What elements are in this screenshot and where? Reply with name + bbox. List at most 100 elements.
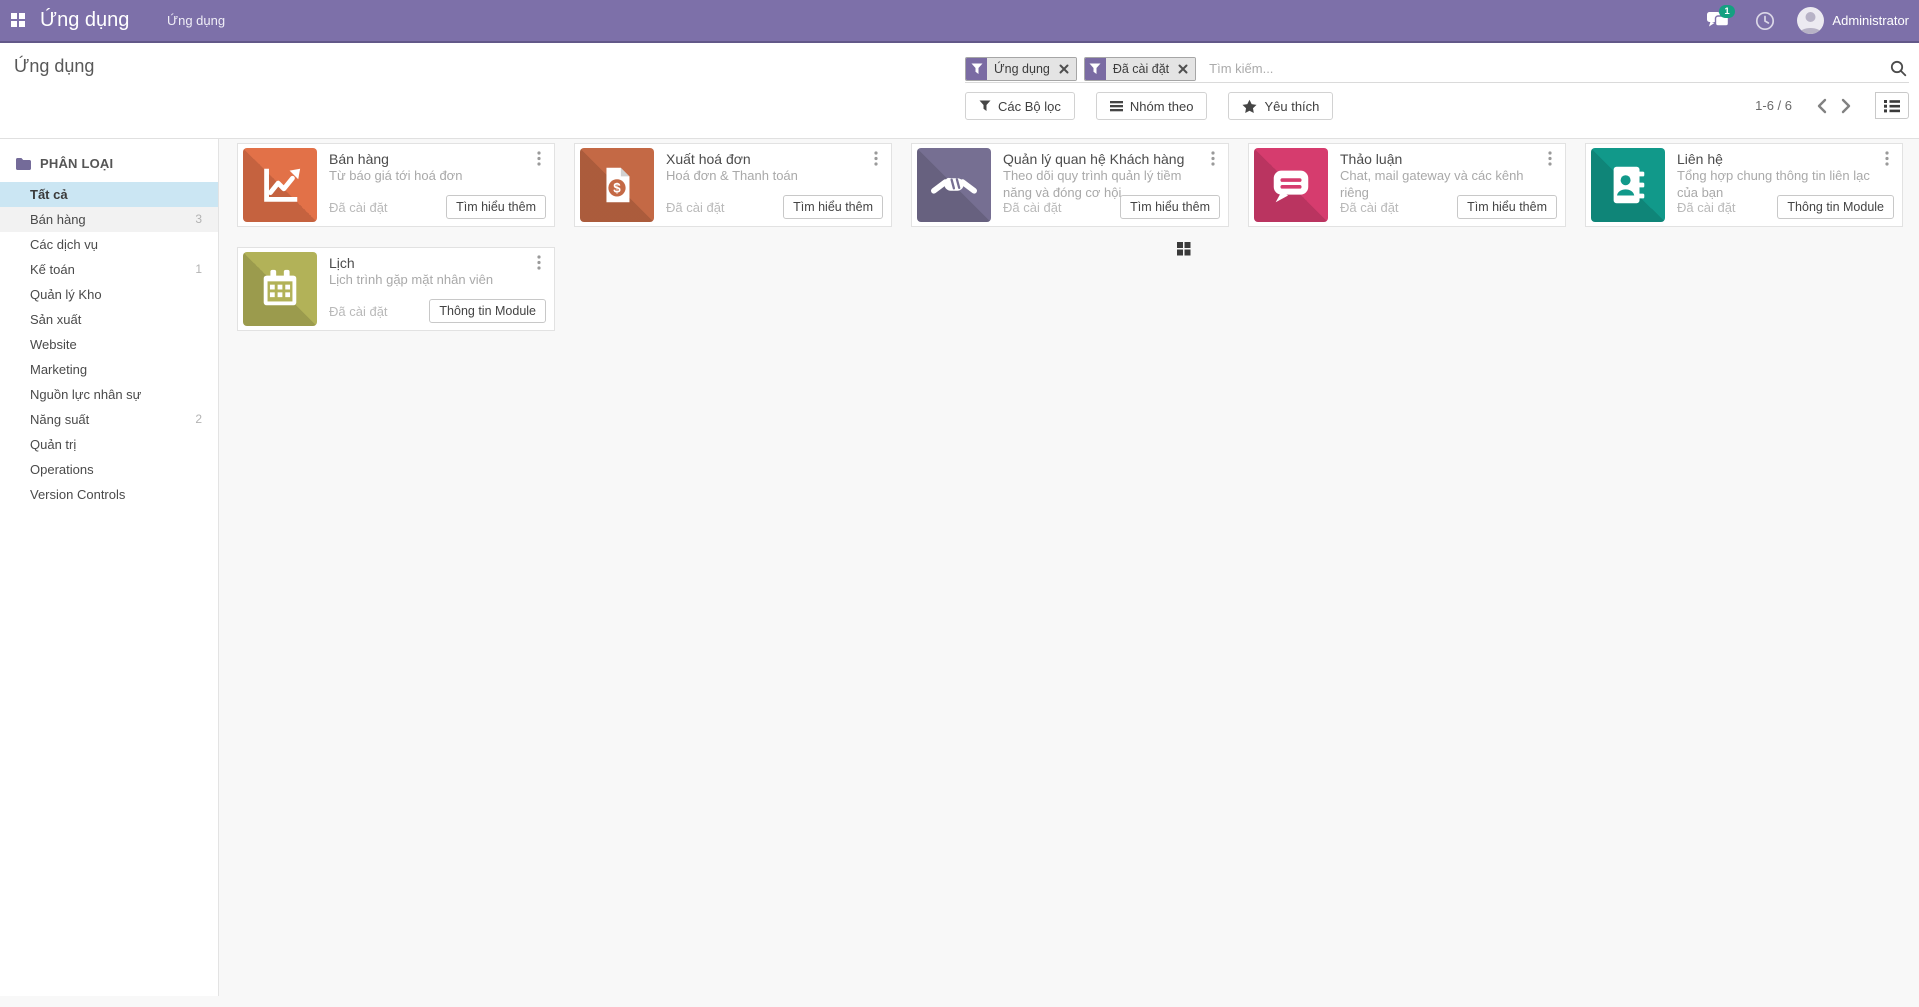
app-status: Đã cài đặt xyxy=(1677,200,1736,215)
sidebar-item-marketing[interactable]: Marketing xyxy=(0,357,218,382)
top-navbar: Ứng dụng Ứng dụng 1 Administrator xyxy=(0,0,1919,43)
sales-chart-icon xyxy=(243,148,317,222)
group-by-bars-icon xyxy=(1110,100,1123,112)
kebab-menu-icon[interactable] xyxy=(533,150,545,166)
pager: 1-6 / 6 xyxy=(1755,92,1909,119)
app-title[interactable]: Thảo luận xyxy=(1340,151,1539,167)
facet-label: Đã cài đặt xyxy=(1106,58,1176,80)
apps-kanban: Bán hàng Từ báo giá tới hoá đơn Đã cài đ… xyxy=(237,143,1903,331)
app-status: Đã cài đặt xyxy=(329,200,388,215)
sidebar-header: PHÂN LOẠI xyxy=(0,139,218,182)
pager-range: 1-6 / 6 xyxy=(1755,98,1792,113)
sidebar-header-label: PHÂN LOẠI xyxy=(40,156,113,171)
nav-menu-apps[interactable]: Ứng dụng xyxy=(167,0,225,41)
sidebar-item-manufacturing[interactable]: Sản xuất xyxy=(0,307,218,332)
app-card-sales: Bán hàng Từ báo giá tới hoá đơn Đã cài đ… xyxy=(237,143,555,227)
list-view-icon[interactable] xyxy=(1875,92,1909,119)
learn-more-button[interactable]: Tìm hiểu thêm xyxy=(783,195,883,219)
module-info-button[interactable]: Thông tin Module xyxy=(1777,195,1894,219)
app-card-crm: Quản lý quan hệ Khách hàng Theo dõi quy … xyxy=(911,143,1229,227)
sidebar-item-label: Các dịch vụ xyxy=(30,237,98,252)
sidebar-item-label: Kế toán xyxy=(30,262,75,277)
sidebar-item-operations[interactable]: Operations xyxy=(0,457,218,482)
app-status: Đã cài đặt xyxy=(1003,200,1062,215)
app-subtitle: Hoá đơn & Thanh toán xyxy=(666,168,865,185)
module-info-button[interactable]: Thông tin Module xyxy=(429,299,546,323)
app-title[interactable]: Lịch xyxy=(329,255,528,271)
sidebar-item-label: Version Controls xyxy=(30,487,125,502)
chat-bubble-icon xyxy=(1254,148,1328,222)
message-count-badge: 1 xyxy=(1719,5,1734,18)
favorites-button-label: Yêu thích xyxy=(1264,99,1319,114)
search-bar: Ứng dụng Đã cài đặt xyxy=(965,55,1909,83)
sidebar-item-label: Quản lý Kho xyxy=(30,287,102,302)
svg-text:$: $ xyxy=(613,181,621,196)
sidebar-item-label: Website xyxy=(30,337,77,352)
sidebar-item-administration[interactable]: Quản trị xyxy=(0,432,218,457)
sidebar-item-label: Tất cả xyxy=(30,187,68,202)
sidebar-item-sales[interactable]: Bán hàng3 xyxy=(0,207,218,232)
app-status: Đã cài đặt xyxy=(666,200,725,215)
messages-icon[interactable]: 1 xyxy=(1707,11,1731,31)
learn-more-button[interactable]: Tìm hiểu thêm xyxy=(1457,195,1557,219)
sidebar-item-all[interactable]: Tất cả xyxy=(0,182,218,207)
sidebar-item-label: Năng suất xyxy=(30,412,89,427)
view-switcher xyxy=(1876,92,1909,119)
filter-funnel-icon xyxy=(1085,58,1106,80)
sidebar-item-services[interactable]: Các dịch vụ xyxy=(0,232,218,257)
app-card-invoicing: $ Xuất hoá đơn Hoá đơn & Thanh toán Đã c… xyxy=(574,143,892,227)
learn-more-button[interactable]: Tìm hiểu thêm xyxy=(1120,195,1220,219)
app-subtitle: Từ báo giá tới hoá đơn xyxy=(329,168,528,185)
group-by-button-label: Nhóm theo xyxy=(1130,99,1194,114)
sidebar-item-productivity[interactable]: Năng suất 2 xyxy=(0,407,218,432)
filters-button[interactable]: Các Bộ lọc xyxy=(965,92,1075,120)
pager-next-icon[interactable] xyxy=(1834,93,1858,119)
activity-clock-icon[interactable] xyxy=(1755,11,1775,31)
facet-label: Ứng dụng xyxy=(987,58,1057,80)
app-card-calendar: Lịch Lịch trình gặp mặt nhân viên Đã cài… xyxy=(237,247,555,331)
search-facet: Ứng dụng xyxy=(965,57,1077,81)
kebab-menu-icon[interactable] xyxy=(870,150,882,166)
filters-button-label: Các Bộ lọc xyxy=(998,99,1061,114)
facet-remove-icon[interactable] xyxy=(1057,58,1076,80)
learn-more-button[interactable]: Tìm hiểu thêm xyxy=(446,195,546,219)
pager-previous-icon[interactable] xyxy=(1810,93,1834,119)
app-title[interactable]: Quản lý quan hệ Khách hàng xyxy=(1003,151,1202,167)
control-panel: Ứng dụng Ứng dụng Đã cài đặt xyxy=(0,43,1919,139)
sidebar-item-hr[interactable]: Nguồn lực nhân sự xyxy=(0,382,218,407)
kebab-menu-icon[interactable] xyxy=(1544,150,1556,166)
user-name[interactable]: Administrator xyxy=(1832,13,1909,28)
contact-book-icon xyxy=(1591,148,1665,222)
sidebar-item-label: Nguồn lực nhân sự xyxy=(30,387,141,402)
invoice-document-icon: $ xyxy=(580,148,654,222)
apps-grid-icon[interactable] xyxy=(11,13,26,28)
kebab-menu-icon[interactable] xyxy=(1207,150,1219,166)
app-title[interactable]: Liên hệ xyxy=(1677,151,1876,167)
sidebar-item-inventory[interactable]: Quản lý Kho xyxy=(0,282,218,307)
sidebar-item-website[interactable]: Website xyxy=(0,332,218,357)
sidebar-item-count: 3 xyxy=(195,207,202,232)
sidebar-item-label: Sản xuất xyxy=(30,312,81,327)
app-page: Ứng dụng Ứng dụng 1 Administrator Ứng dụ… xyxy=(0,0,1919,1007)
app-card-discuss: Thảo luận Chat, mail gateway và các kênh… xyxy=(1248,143,1566,227)
favorites-button[interactable]: Yêu thích xyxy=(1228,92,1333,120)
filter-button-row: Các Bộ lọc Nhóm theo Yêu thích xyxy=(965,92,1333,120)
kebab-menu-icon[interactable] xyxy=(533,254,545,270)
kebab-menu-icon[interactable] xyxy=(1881,150,1893,166)
star-icon xyxy=(1242,99,1257,114)
navbar-right-cluster: 1 Administrator xyxy=(1707,0,1909,41)
group-by-button[interactable]: Nhóm theo xyxy=(1096,92,1208,120)
app-brand-title[interactable]: Ứng dụng xyxy=(40,0,129,41)
sidebar-item-version-controls[interactable]: Version Controls xyxy=(0,482,218,507)
app-title[interactable]: Bán hàng xyxy=(329,151,528,167)
avatar[interactable] xyxy=(1797,7,1824,34)
sidebar-item-accounting[interactable]: Kế toán1 xyxy=(0,257,218,282)
app-title[interactable]: Xuất hoá đơn xyxy=(666,151,865,167)
search-input[interactable] xyxy=(1209,61,1887,76)
page-title: Ứng dụng xyxy=(14,56,94,77)
handshake-icon xyxy=(917,148,991,222)
facet-remove-icon[interactable] xyxy=(1176,58,1195,80)
category-sidebar: PHÂN LOẠI Tất cả Bán hàng3 Các dịch vụ K… xyxy=(0,139,219,996)
search-icon[interactable] xyxy=(1887,58,1909,80)
sidebar-item-count: 2 xyxy=(195,407,202,432)
